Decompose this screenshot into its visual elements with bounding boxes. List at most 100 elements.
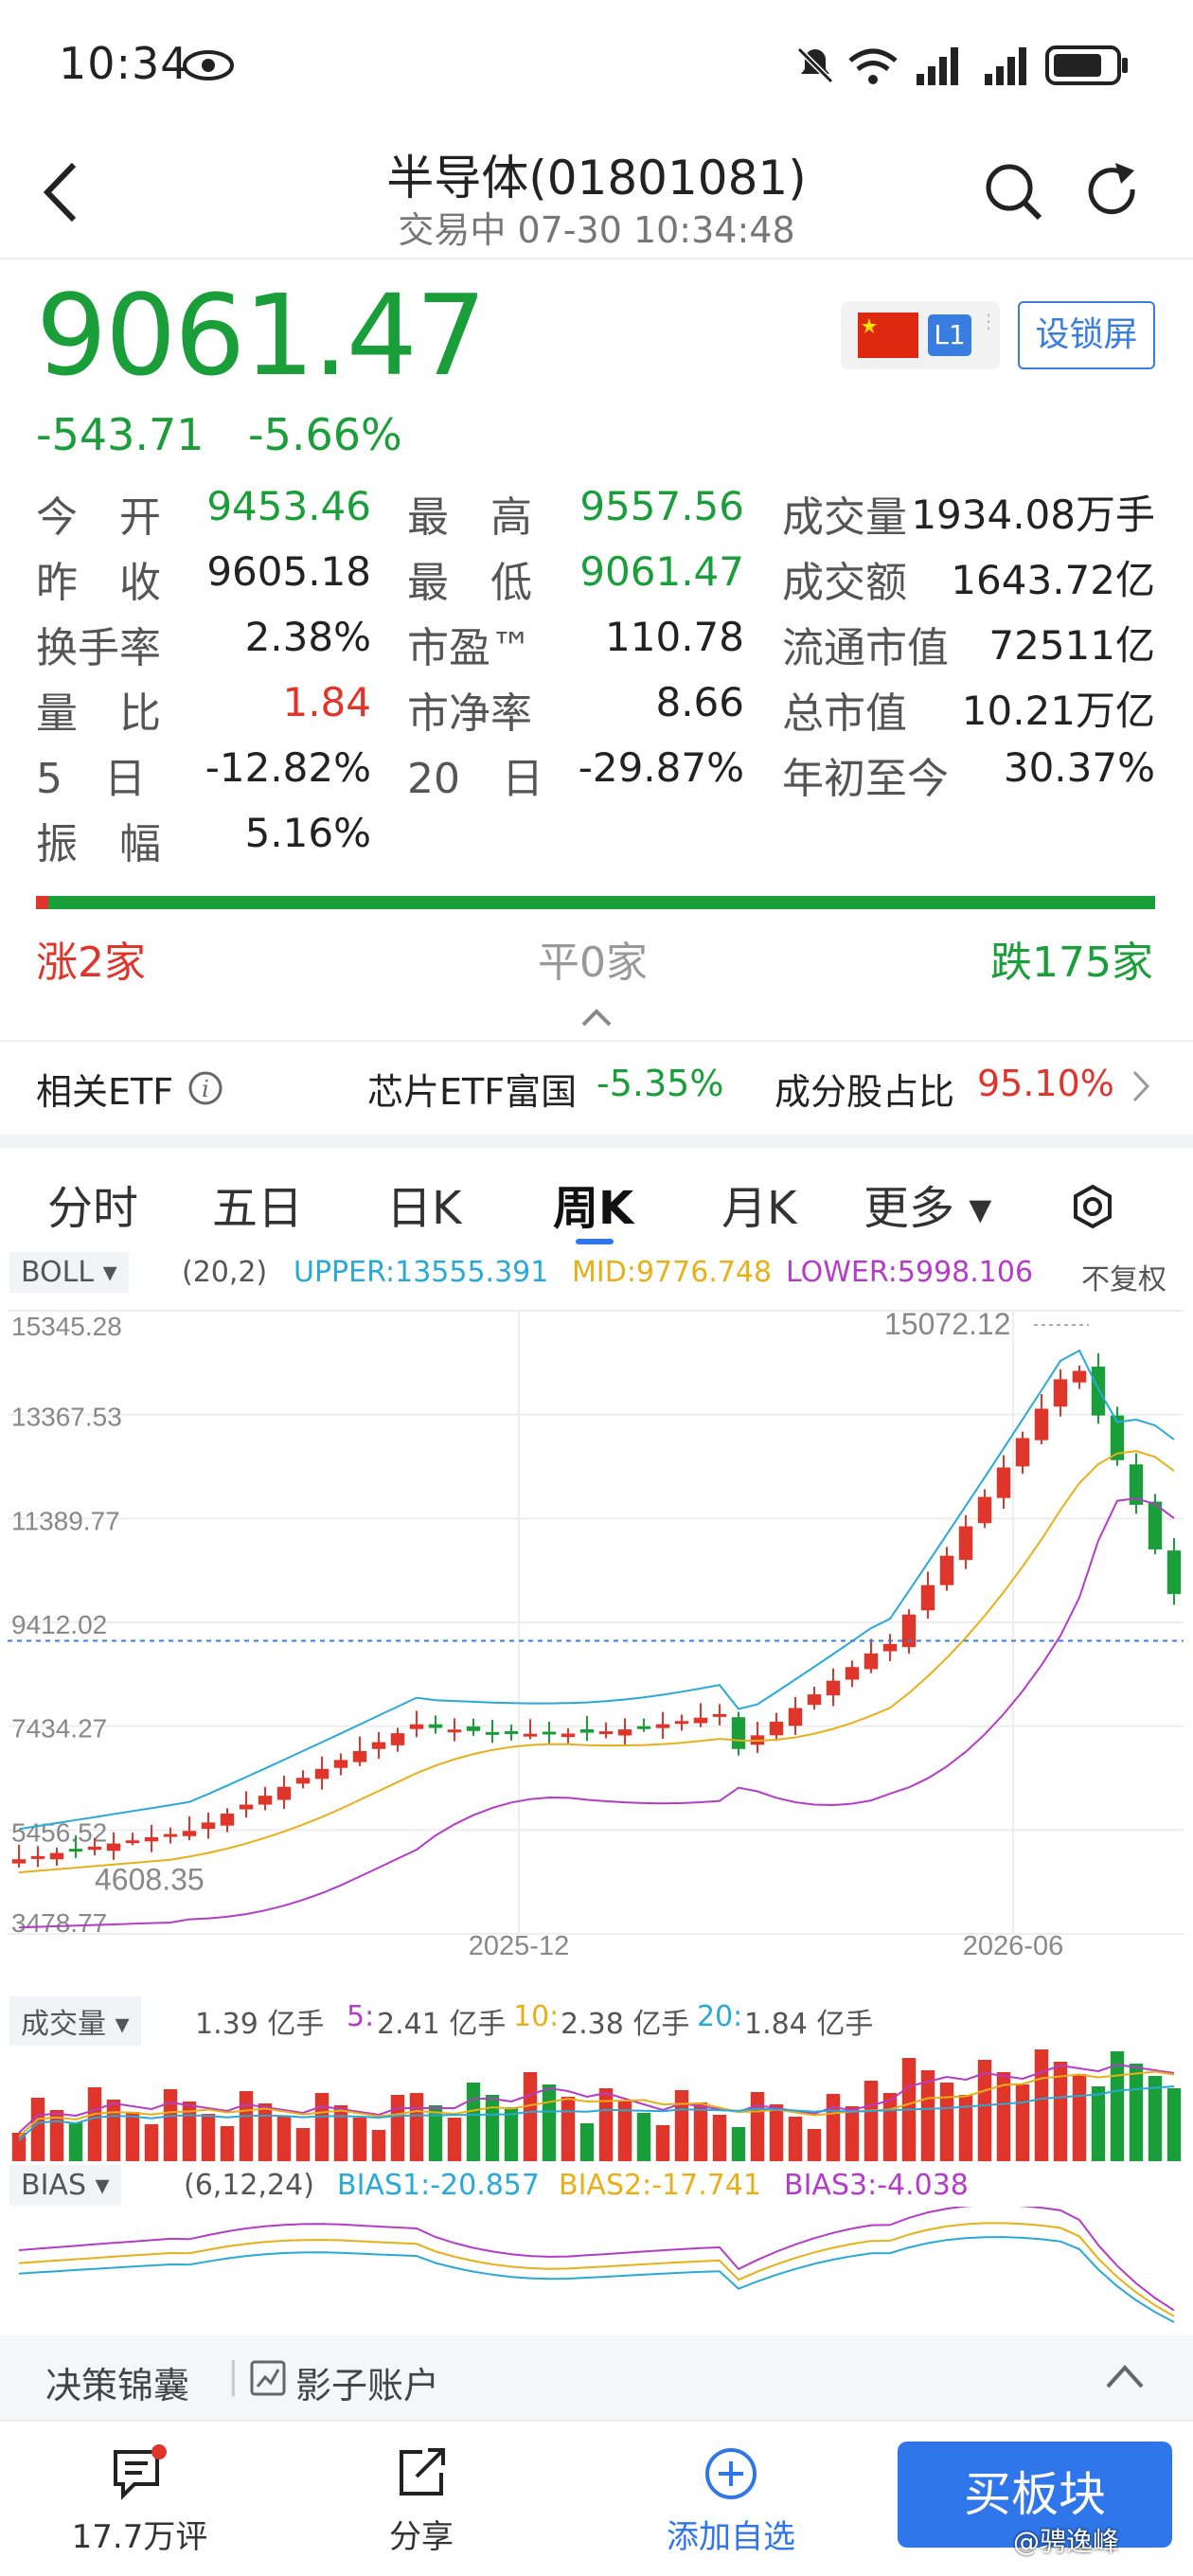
volume-ma20: 1.84 亿手	[744, 2008, 874, 2041]
volume-bar	[826, 2094, 841, 2161]
volume-ma10-key: 10:	[513, 2000, 560, 2033]
candle-body	[901, 1614, 917, 1648]
lock-screen-button[interactable]: 设锁屏	[1018, 301, 1155, 369]
volume-bar	[674, 2090, 689, 2161]
etf-row[interactable]: 相关ETF i 芯片ETF富国 -5.35% 成分股占比 95.10%	[0, 1042, 1193, 1133]
comments-label: 17.7万评	[71, 2518, 208, 2556]
chevron-up-icon-2[interactable]	[1106, 2364, 1144, 2388]
volume-bar	[882, 2093, 898, 2161]
component-ratio: 95.10%	[977, 1063, 1114, 1104]
candle-body	[220, 1813, 235, 1826]
y-tick-label: 3478.77	[11, 1908, 107, 1938]
decision-kit[interactable]: 决策锦囊	[45, 2356, 189, 2408]
svg-text:i: i	[202, 1076, 209, 1102]
boll-selector[interactable]: BOLL ▾	[9, 1252, 129, 1293]
settings-icon[interactable]	[1070, 1184, 1115, 1229]
tab-0[interactable]: 分时	[47, 1171, 138, 1237]
candle-body	[333, 1760, 348, 1768]
stats-grid: 今 开 9453.46 最 高 9557.56 成交量 1934.08万手昨 收 9605.…	[0, 483, 1193, 881]
comments-button[interactable]: 17.7万评	[66, 2439, 213, 2556]
current-price: 9061.47	[36, 270, 487, 401]
stat-value: 8.66	[655, 679, 744, 725]
refresh-icon[interactable]	[1081, 161, 1144, 224]
tab-2[interactable]: 日K	[386, 1171, 461, 1237]
boll-label: BOLL	[21, 1256, 95, 1289]
tab-1[interactable]: 五日	[212, 1171, 303, 1237]
candles	[11, 1352, 1182, 1868]
adjust-mode[interactable]: 不复权	[1081, 1256, 1166, 1297]
volume-bar	[579, 2123, 595, 2161]
candle-body	[30, 1855, 45, 1859]
volume-bar	[220, 2126, 235, 2161]
volume-bar	[201, 2114, 216, 2161]
candle-body	[977, 1496, 992, 1524]
bias-selector[interactable]: BIAS ▾	[9, 2165, 121, 2206]
breadth-flat: 平0家	[538, 939, 648, 987]
candle-body	[1053, 1379, 1068, 1407]
candle-body	[1091, 1367, 1106, 1416]
candle-body	[504, 1730, 519, 1734]
boll-lower: LOWER:5998.106	[786, 1256, 1034, 1289]
candlestick-chart[interactable]: 15345.2813367.5311389.779412.027434.2754…	[0, 1294, 1193, 1957]
candle-body	[239, 1804, 254, 1810]
volume-bar	[466, 2083, 481, 2161]
stat-value: 2.38%	[244, 614, 371, 660]
candle-body	[144, 1836, 159, 1842]
stat-value: -12.82%	[205, 744, 371, 791]
volume-bar	[1091, 2086, 1106, 2161]
volume-bar	[1015, 2084, 1030, 2161]
watermark: @骋逸峰	[1013, 2526, 1120, 2557]
boll-upper: UPPER:13555.391	[294, 1256, 549, 1289]
x-tick-label: 2026-06	[963, 1931, 1063, 1957]
tab-5[interactable]: 更多 ▾	[864, 1171, 991, 1237]
volume-bar	[276, 2116, 292, 2161]
boll-params: (20,2)	[182, 1256, 268, 1289]
candle-body	[68, 1849, 83, 1852]
x-tick-label: 2025-12	[469, 1931, 569, 1957]
candle-body	[845, 1667, 860, 1680]
bias-header: BIAS ▾ (6,12,24) BIAS1:-20.857 BIAS2:-17…	[9, 2165, 1184, 2207]
volume-bar	[239, 2091, 254, 2161]
status-time: 10:34	[59, 38, 189, 89]
component-ratio-label: 成分股占比	[775, 1071, 955, 1113]
stat-label: 总市值	[782, 689, 907, 738]
stat-label: 最 低	[407, 559, 532, 607]
shadow-account[interactable]: 影子账户	[295, 2356, 439, 2408]
candle-body	[1034, 1408, 1049, 1440]
volume-bar	[106, 2100, 121, 2161]
max-price-label: 15072.12	[884, 1307, 1010, 1341]
volume-bar	[750, 2092, 765, 2161]
volume-bar	[1072, 2074, 1087, 2161]
volume-bar	[258, 2103, 273, 2161]
tab-4[interactable]: 月K	[721, 1171, 796, 1237]
boll-mid: MID:9776.748	[572, 1256, 773, 1289]
candle-body	[409, 1724, 424, 1729]
share-icon	[400, 2448, 445, 2496]
chevron-up-icon[interactable]	[581, 1008, 612, 1027]
volume-bar	[769, 2104, 784, 2161]
stat-value: -29.87%	[578, 744, 744, 791]
stat-label: 流通市值	[782, 624, 949, 672]
volume-bar	[561, 2097, 576, 2161]
stat-label: 市盈™	[407, 624, 532, 672]
drag-dots-icon: ⋮	[979, 310, 998, 332]
wifi-icon	[848, 48, 898, 84]
volume-bar	[636, 2113, 651, 2161]
add-watchlist-button[interactable]: 添加自选	[646, 2439, 816, 2556]
tab-3[interactable]: 周K	[553, 1171, 633, 1237]
info-icon[interactable]: i	[187, 1070, 223, 1106]
volume-value: 1.39 亿手	[195, 2008, 325, 2041]
market-badge[interactable]: L1 ⋮	[841, 301, 1000, 369]
candle-body	[163, 1834, 178, 1837]
add-watchlist-label: 添加自选	[667, 2518, 795, 2556]
share-button[interactable]: 分享	[360, 2439, 483, 2556]
search-icon[interactable]	[983, 161, 1045, 224]
boll-mid-line	[18, 1450, 1175, 1874]
min-price-label: 4608.35	[95, 1862, 205, 1896]
candle-body	[958, 1526, 973, 1561]
y-tick-label: 15345.28	[11, 1312, 122, 1341]
volume-bar	[409, 2093, 424, 2161]
stat-label: 市净率	[407, 689, 532, 738]
volume-bar	[144, 2124, 159, 2161]
candle-body	[920, 1584, 935, 1611]
